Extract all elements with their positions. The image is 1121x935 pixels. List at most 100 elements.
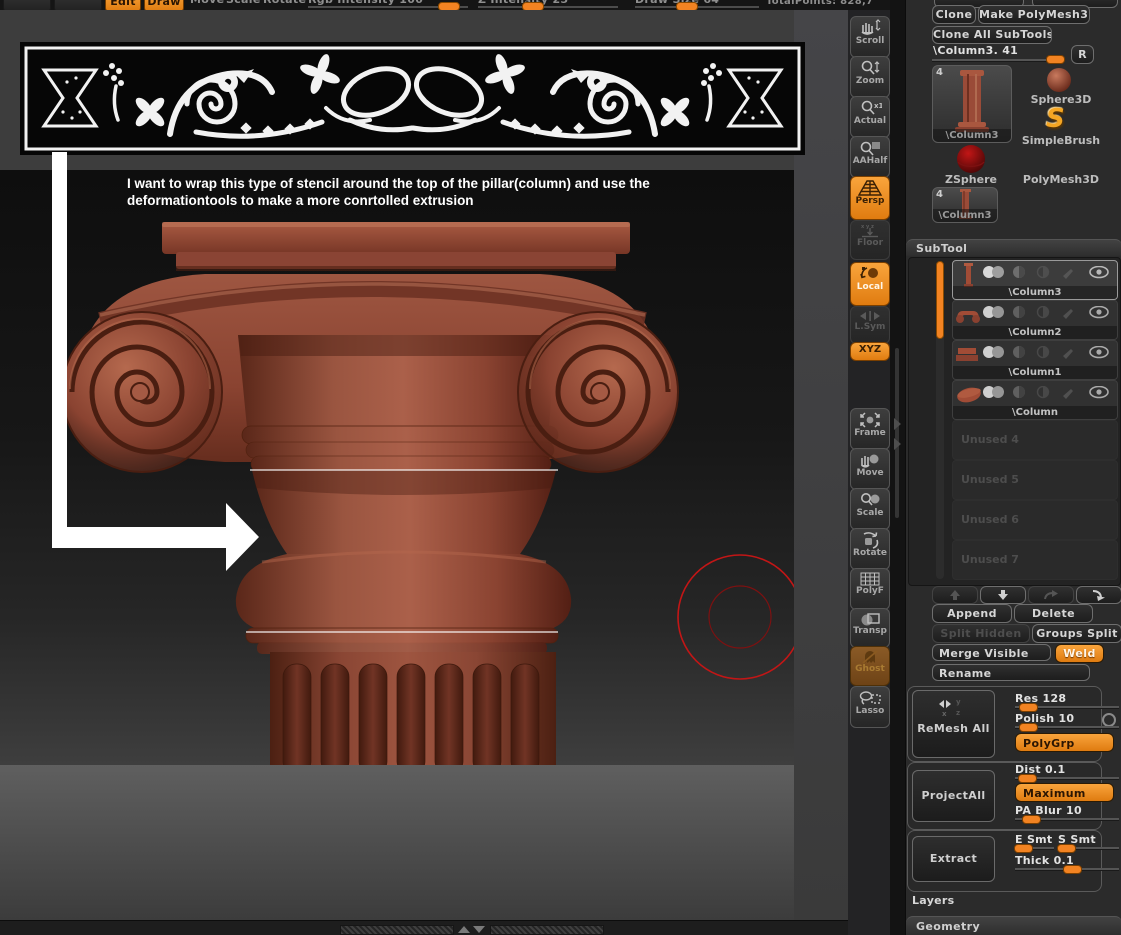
z-intensity-slider[interactable]	[478, 6, 618, 8]
rename-button[interactable]: Rename	[932, 664, 1090, 681]
subtool-row-unused6[interactable]: Unused 6	[952, 500, 1118, 540]
polygrp-button[interactable]: PolyGrp	[1015, 733, 1114, 752]
simplebrush-icon: S	[1046, 104, 1065, 134]
scale-button[interactable]: Scale	[850, 488, 890, 530]
merge-visible-button[interactable]: Merge Visible	[932, 644, 1051, 661]
floor-button[interactable]: x y z Floor	[850, 220, 890, 260]
subtool-row-unused7[interactable]: Unused 7	[952, 540, 1118, 580]
active-tool-slider-label: \Column3. 41	[933, 44, 1019, 57]
tool-panel: Clone Make PolyMesh3D Clone All SubTools…	[905, 0, 1121, 935]
polish-slider-handle[interactable]	[1019, 723, 1038, 732]
rotate-button[interactable]: Rotate	[850, 528, 890, 570]
groups-split-button[interactable]: Groups Split	[1032, 624, 1121, 643]
tool-item-sphere3d[interactable]: Sphere3D	[1016, 65, 1106, 106]
polish-toggle-icon[interactable]	[1102, 713, 1116, 727]
polyf-button[interactable]: PolyF	[850, 568, 890, 610]
z-intensity-handle[interactable]	[522, 2, 544, 10]
restore-config-button[interactable]: R	[1071, 45, 1094, 64]
thick-slider-handle[interactable]	[1063, 865, 1082, 874]
rotate-hand-icon	[863, 532, 879, 549]
subtool-row-column[interactable]: \Column	[952, 380, 1118, 420]
rotate-xyz-button[interactable]: XYZ	[850, 342, 890, 361]
clone-all-subtools-button[interactable]: Clone All SubTools	[932, 26, 1052, 44]
layers-section-label[interactable]: Layers	[912, 894, 955, 907]
subtool-paste-button[interactable]	[1076, 586, 1121, 604]
subtool-row-unused5[interactable]: Unused 5	[952, 460, 1118, 500]
active-tool-slider-handle[interactable]	[1046, 55, 1065, 64]
subtool-copy-button[interactable]	[1028, 586, 1074, 604]
subtool-row-icons[interactable]	[981, 266, 1113, 279]
zoom-magnifier-icon	[861, 60, 880, 75]
clone-button[interactable]: Clone	[932, 5, 976, 24]
active-tool-slider[interactable]	[932, 59, 1064, 61]
maximum-button[interactable]: Maximum	[1015, 783, 1114, 802]
scroll-button[interactable]: Scroll	[850, 16, 890, 58]
delete-button[interactable]: Delete	[1014, 604, 1093, 623]
subtool-move-down-button[interactable]	[980, 586, 1026, 604]
subtool-header[interactable]: SubTool	[906, 239, 1121, 256]
subtool-move-up-button[interactable]	[932, 586, 978, 604]
tool-item-zsphere[interactable]: ZSphere	[932, 144, 1010, 186]
tool-item-simplebrush[interactable]: S SimpleBrush	[1016, 104, 1106, 147]
res-slider-handle[interactable]	[1019, 703, 1038, 712]
weld-button[interactable]: Weld	[1055, 644, 1104, 663]
remesh-all-button[interactable]: xyz ReMesh All	[912, 690, 995, 758]
subtool-row-column1[interactable]: \Column1	[952, 340, 1118, 380]
geometry-header[interactable]: Geometry	[906, 916, 1121, 935]
dist-slider-handle[interactable]	[1018, 774, 1037, 783]
subtool-row-icons[interactable]	[981, 386, 1113, 399]
ghost-icon	[862, 650, 878, 664]
active-tool-thumbnail[interactable]: 4 \Column3	[932, 65, 1012, 143]
tool-item-polymesh3d[interactable]: PolyMesh3D	[1016, 147, 1106, 186]
extract-button[interactable]: Extract	[912, 836, 995, 882]
draw-size-handle[interactable]	[676, 2, 698, 10]
subtool-row-column2[interactable]: \Column2	[952, 300, 1118, 340]
symmetry-icon	[860, 311, 880, 321]
tray-collapse-arrow-1[interactable]	[894, 418, 901, 430]
transparency-icon	[861, 613, 880, 626]
panel-divider[interactable]	[890, 0, 905, 935]
subtool-row-column3[interactable]: \Column3	[952, 260, 1118, 300]
s-smt-slider-handle[interactable]	[1057, 844, 1076, 853]
annotation-line-1: I want to wrap this type of stencil arou…	[127, 176, 650, 191]
subtool-thumb-column1	[956, 348, 978, 361]
perspective-grid-icon	[857, 180, 883, 196]
subtool-list: \Column3 \Column2 \Column1 \Column Unuse…	[908, 257, 1121, 586]
move-button[interactable]: Move	[850, 448, 890, 490]
rgb-intensity-handle[interactable]	[438, 2, 460, 10]
canvas-background	[0, 765, 794, 920]
right-toolbar: Scroll Zoom x1 Actual AAHalf Persp x y z…	[848, 10, 890, 935]
persp-button[interactable]: Persp	[850, 176, 890, 220]
subtool-row-icons[interactable]	[981, 346, 1113, 359]
zoom-button[interactable]: Zoom	[850, 56, 890, 98]
tray-up-arrow[interactable]	[458, 926, 470, 933]
divider-scrollbar[interactable]	[895, 348, 899, 518]
projectall-button[interactable]: ProjectAll	[912, 770, 995, 822]
subtool-scrollbar-thumb[interactable]	[936, 261, 944, 339]
aahalf-button[interactable]: AAHalf	[850, 136, 890, 178]
svg-text:x: x	[942, 710, 947, 717]
ghost-button[interactable]: Ghost	[850, 646, 890, 686]
split-hidden-button[interactable]: Split Hidden	[932, 624, 1030, 643]
tray-down-arrow[interactable]	[473, 926, 485, 933]
svg-text:x1: x1	[874, 102, 882, 110]
lsym-button[interactable]: L.Sym	[850, 306, 890, 344]
tray-handle-left[interactable]	[340, 925, 454, 935]
tool-thumbnail-small[interactable]: 4 \Column3	[932, 187, 998, 223]
transp-button[interactable]: Transp	[850, 608, 890, 648]
make-polymesh3d-button[interactable]: Make PolyMesh3D	[978, 5, 1090, 24]
svg-text:z: z	[956, 709, 960, 717]
tray-collapse-arrow-2[interactable]	[894, 438, 901, 450]
tray-handle-right[interactable]	[490, 925, 604, 935]
e-smt-slider-handle[interactable]	[1014, 844, 1033, 853]
lasso-button[interactable]: Lasso	[850, 686, 890, 728]
frame-button[interactable]: Frame	[850, 408, 890, 450]
local-button[interactable]: Local	[850, 262, 890, 306]
pa-blur-slider-handle[interactable]	[1022, 815, 1041, 824]
append-button[interactable]: Append	[932, 604, 1012, 623]
subtool-row-icons[interactable]	[981, 306, 1113, 319]
tray-divider[interactable]	[0, 920, 848, 935]
subtool-row-unused4[interactable]: Unused 4	[952, 420, 1118, 460]
local-pivot-icon	[860, 267, 878, 279]
actual-button[interactable]: x1 Actual	[850, 96, 890, 138]
